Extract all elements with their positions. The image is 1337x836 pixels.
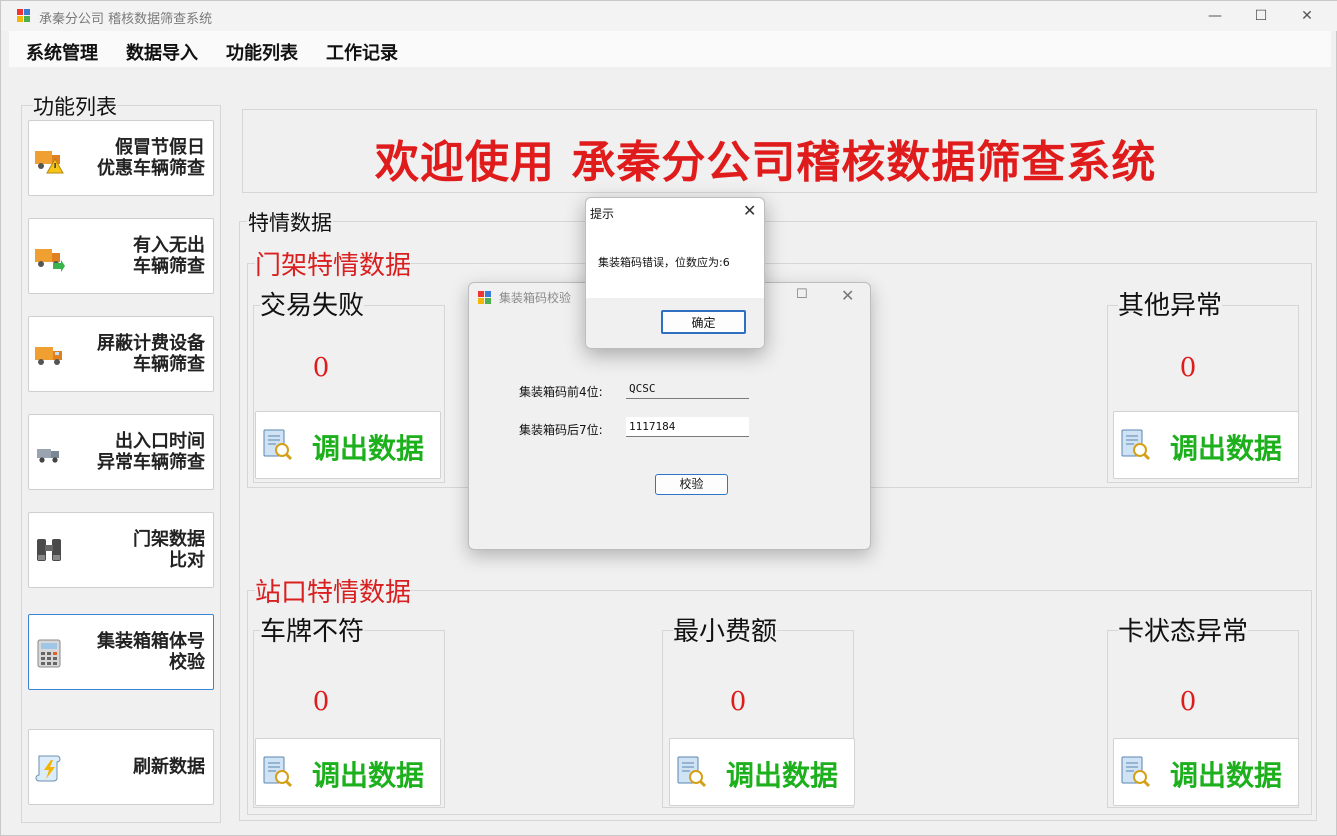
window-title: 承秦分公司 稽核数据筛查系统 — [39, 12, 213, 27]
truck-small-icon — [37, 449, 59, 463]
truck-icon — [35, 347, 62, 365]
fetch-data-button[interactable]: 调出数据 — [1113, 411, 1299, 479]
minimize-button[interactable]: — — [1192, 1, 1238, 31]
message-box: 提示 ✕ 集装箱码错误，位数应为:6 确定 — [585, 197, 765, 349]
message-title: 提示 — [590, 207, 615, 221]
card-title: 最小费额 — [673, 611, 778, 648]
sidebar-button-gantry-compare[interactable]: 门架数据 比对 — [28, 512, 214, 588]
sidebar-button-time-abnormal[interactable]: 出入口时间 异常车辆筛查 — [28, 414, 214, 490]
ok-button[interactable]: 确定 — [661, 310, 746, 334]
fetch-data-label: 调出数据 — [1170, 759, 1283, 792]
fetch-data-button[interactable]: 调出数据 — [1113, 738, 1299, 806]
fetch-data-button[interactable]: 调出数据 — [255, 738, 441, 806]
menu-data-import[interactable]: 数据导入 — [126, 39, 198, 65]
dialog-title: 集装箱码校验 — [499, 291, 572, 305]
sidebar-button-label: 有入无出 车辆筛查 — [133, 235, 205, 277]
app-icon — [478, 291, 491, 304]
count-value: 0 — [1179, 353, 1197, 383]
sidebar-button-refresh[interactable]: 刷新数据 — [28, 729, 214, 805]
station-section-title: 站口特情数据 — [255, 572, 412, 609]
fetch-data-button[interactable]: 调出数据 — [255, 411, 441, 479]
card-title: 车牌不符 — [260, 611, 365, 648]
special-data-title: 特情数据 — [247, 207, 333, 237]
prefix-label: 集装箱码前4位: — [519, 385, 603, 399]
count-value: 0 — [312, 687, 330, 717]
main-window: 承秦分公司 稽核数据筛查系统 — ☐ ✕ 系统管理 数据导入 功能列表 工作记录… — [0, 0, 1337, 836]
scroll-lightning-icon — [35, 755, 61, 782]
message-text: 集装箱码错误，位数应为:6 — [598, 256, 730, 269]
count-value: 0 — [1179, 687, 1197, 717]
sidebar-button-container-check[interactable]: 集装箱箱体号 校验 — [28, 614, 214, 690]
sidebar-button-entry-no-exit[interactable]: 有入无出 车辆筛查 — [28, 218, 214, 294]
card-title: 卡状态异常 — [1118, 611, 1249, 648]
sidebar-button-holiday-fake[interactable]: 假冒节假日 优惠车辆筛查 — [28, 120, 214, 196]
menu-function-list[interactable]: 功能列表 — [226, 39, 298, 65]
welcome-title: 欢迎使用 承秦分公司稽核数据筛查系统 — [375, 137, 1157, 188]
menu-work-log[interactable]: 工作记录 — [326, 39, 398, 65]
suffix-input[interactable] — [626, 417, 749, 437]
sidebar-button-label: 门架数据 比对 — [133, 529, 205, 571]
menu-system-management[interactable]: 系统管理 — [26, 39, 98, 65]
maximize-button[interactable]: ☐ — [1238, 1, 1284, 31]
verify-button[interactable]: 校验 — [655, 474, 728, 495]
title-bar: 承秦分公司 稽核数据筛查系统 — ☐ ✕ — [1, 1, 1337, 31]
dialog-close-button[interactable]: ✕ — [841, 286, 854, 305]
count-value: 0 — [312, 353, 330, 383]
sidebar-button-label: 假冒节假日 优惠车辆筛查 — [97, 137, 205, 179]
close-icon[interactable]: ✕ — [743, 201, 756, 220]
card-title: 交易失败 — [260, 285, 365, 322]
menu-bar: 系统管理 数据导入 功能列表 工作记录 — [9, 31, 1331, 67]
sidebar-button-shielded-device[interactable]: 屏蔽计费设备 车辆筛查 — [28, 316, 214, 392]
fetch-data-button[interactable]: 调出数据 — [669, 738, 855, 806]
prefix-input[interactable] — [626, 379, 749, 399]
suffix-label: 集装箱码后7位: — [519, 423, 603, 437]
app-icon — [17, 9, 30, 22]
fetch-data-label: 调出数据 — [726, 759, 839, 792]
report-search-icon — [677, 756, 707, 788]
count-value: 0 — [729, 687, 747, 717]
sidebar-title: 功能列表 — [33, 91, 117, 121]
close-button[interactable]: ✕ — [1284, 1, 1330, 31]
sidebar-button-label: 屏蔽计费设备 车辆筛查 — [97, 333, 205, 375]
card-title: 其他异常 — [1118, 285, 1223, 322]
fetch-data-label: 调出数据 — [1170, 432, 1283, 465]
truck-arrow-icon — [35, 249, 65, 272]
report-search-icon — [1121, 756, 1151, 788]
gantry-section-title: 门架特情数据 — [255, 245, 412, 282]
calculator-icon — [37, 639, 61, 668]
sidebar-button-label: 集装箱箱体号 校验 — [97, 631, 205, 673]
dialog-maximize-button[interactable]: ☐ — [796, 287, 808, 302]
report-search-icon — [1121, 429, 1151, 461]
sidebar-button-label: 出入口时间 异常车辆筛查 — [97, 431, 205, 473]
fetch-data-label: 调出数据 — [312, 432, 425, 465]
binoculars-icon — [37, 539, 61, 561]
fetch-data-label: 调出数据 — [312, 759, 425, 792]
report-search-icon — [263, 756, 293, 788]
sidebar-button-label: 刷新数据 — [133, 756, 205, 778]
report-search-icon — [263, 429, 293, 461]
truck-warning-icon — [35, 151, 64, 174]
